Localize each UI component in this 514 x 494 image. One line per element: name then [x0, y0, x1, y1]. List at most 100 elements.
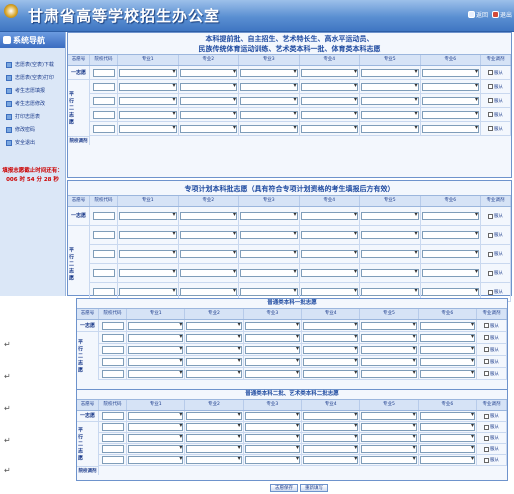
major-select[interactable]	[128, 422, 184, 431]
major-select[interactable]	[419, 333, 475, 342]
major-select[interactable]	[300, 230, 358, 239]
major-select[interactable]	[244, 345, 300, 354]
major-select[interactable]	[300, 96, 358, 105]
major-select[interactable]	[361, 321, 417, 330]
major-select[interactable]	[186, 422, 242, 431]
major-select[interactable]	[179, 110, 237, 119]
major-select[interactable]	[244, 422, 300, 431]
major-select[interactable]	[240, 287, 298, 296]
major-select[interactable]	[179, 230, 237, 239]
obey-checkbox[interactable]: 服从	[488, 84, 503, 90]
major-select[interactable]	[240, 68, 298, 77]
major-select[interactable]	[421, 211, 479, 220]
major-select[interactable]	[300, 124, 358, 133]
major-select[interactable]	[421, 287, 479, 296]
school-code-input[interactable]	[101, 445, 124, 453]
major-select[interactable]	[128, 357, 184, 366]
major-select[interactable]	[128, 321, 184, 330]
major-select[interactable]	[240, 211, 298, 220]
major-select[interactable]	[361, 211, 419, 220]
obey-checkbox[interactable]: 服从	[488, 70, 503, 76]
major-select[interactable]	[244, 357, 300, 366]
sidebar-item-logout[interactable]: 安全退出	[0, 136, 65, 149]
school-code-input[interactable]	[92, 68, 115, 77]
obey-checkbox[interactable]: 服从	[483, 457, 499, 463]
obey-checkbox[interactable]: 服从	[488, 289, 503, 295]
school-code-input[interactable]	[92, 250, 115, 258]
major-select[interactable]	[419, 345, 475, 354]
major-select[interactable]	[419, 369, 475, 378]
major-select[interactable]	[128, 369, 184, 378]
obey-checkbox[interactable]: 服从	[483, 323, 499, 329]
obey-checkbox[interactable]: 服从	[488, 98, 503, 104]
major-select[interactable]	[119, 68, 177, 77]
major-select[interactable]	[421, 82, 479, 91]
major-select[interactable]	[240, 249, 298, 258]
major-select[interactable]	[361, 124, 419, 133]
obey-checkbox[interactable]: 服从	[488, 232, 503, 238]
major-select[interactable]	[186, 345, 242, 354]
major-select[interactable]	[361, 333, 417, 342]
major-select[interactable]	[119, 268, 177, 277]
major-select[interactable]	[128, 345, 184, 354]
major-select[interactable]	[300, 68, 358, 77]
major-select[interactable]	[119, 82, 177, 91]
major-select[interactable]	[421, 268, 479, 277]
sidebar-item-modify[interactable]: 考生志愿修改	[0, 97, 65, 110]
major-select[interactable]	[186, 411, 242, 420]
reset-button[interactable]: 重新填写	[300, 484, 328, 492]
major-select[interactable]	[240, 110, 298, 119]
major-select[interactable]	[419, 321, 475, 330]
major-select[interactable]	[179, 68, 237, 77]
major-select[interactable]	[421, 68, 479, 77]
obey-checkbox[interactable]: 服从	[483, 359, 499, 365]
school-code-input[interactable]	[92, 110, 115, 119]
major-select[interactable]	[361, 444, 417, 453]
school-code-input[interactable]	[101, 412, 124, 420]
major-select[interactable]	[419, 411, 475, 420]
major-select[interactable]	[244, 369, 300, 378]
major-select[interactable]	[128, 455, 184, 464]
major-select[interactable]	[300, 268, 358, 277]
obey-checkbox[interactable]: 服从	[483, 347, 499, 353]
home-button[interactable]: 返回	[467, 10, 488, 19]
major-select[interactable]	[302, 357, 359, 366]
school-code-input[interactable]	[101, 369, 124, 378]
school-code-input[interactable]	[92, 96, 115, 105]
major-select[interactable]	[421, 249, 479, 258]
major-select[interactable]	[244, 411, 300, 420]
obey-checkbox[interactable]: 服从	[488, 112, 503, 118]
major-select[interactable]	[179, 249, 237, 258]
major-select[interactable]	[179, 124, 237, 133]
major-select[interactable]	[119, 96, 177, 105]
major-select[interactable]	[244, 444, 300, 453]
major-select[interactable]	[361, 96, 419, 105]
major-select[interactable]	[240, 230, 298, 239]
major-select[interactable]	[179, 96, 237, 105]
sidebar-item-password[interactable]: 修改密码	[0, 123, 65, 136]
major-select[interactable]	[421, 124, 479, 133]
major-select[interactable]	[240, 124, 298, 133]
obey-checkbox[interactable]: 服从	[483, 371, 499, 377]
major-select[interactable]	[302, 411, 359, 420]
major-select[interactable]	[302, 321, 359, 330]
major-select[interactable]	[300, 82, 358, 91]
major-select[interactable]	[300, 211, 358, 220]
school-code-input[interactable]	[101, 357, 124, 366]
major-select[interactable]	[240, 96, 298, 105]
major-select[interactable]	[361, 357, 417, 366]
obey-checkbox[interactable]: 服从	[483, 446, 499, 452]
major-select[interactable]	[119, 124, 177, 133]
school-code-input[interactable]	[101, 345, 124, 354]
school-code-input[interactable]	[101, 423, 124, 431]
major-select[interactable]	[302, 333, 359, 342]
sidebar-item-download-blank[interactable]: 志愿表(空表)下载	[0, 58, 65, 71]
major-select[interactable]	[302, 433, 359, 442]
major-select[interactable]	[186, 444, 242, 453]
major-select[interactable]	[179, 82, 237, 91]
major-select[interactable]	[302, 369, 359, 378]
major-select[interactable]	[361, 345, 417, 354]
major-select[interactable]	[128, 444, 184, 453]
sidebar-item-fill[interactable]: 考生志愿填报	[0, 84, 65, 97]
major-select[interactable]	[128, 433, 184, 442]
